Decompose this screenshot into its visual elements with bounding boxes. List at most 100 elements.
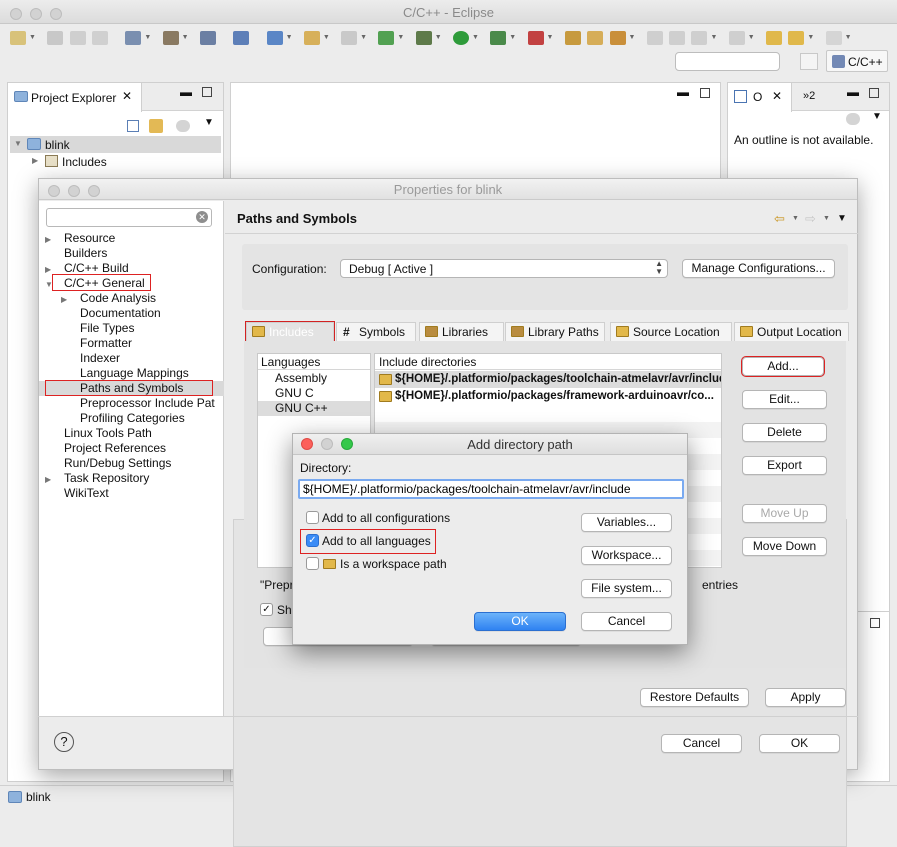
expand-icon[interactable]: ▶ — [45, 262, 51, 277]
binary-icon[interactable] — [199, 30, 216, 45]
nav-item-resource[interactable]: ▶ Resource — [39, 231, 224, 246]
annotation-icon[interactable] — [669, 30, 686, 45]
print-icon[interactable] — [91, 30, 108, 45]
view-menu-icon[interactable]: ▼ — [837, 213, 847, 224]
save-all-icon[interactable] — [69, 30, 86, 45]
outline-tab[interactable]: O ✕ — [728, 83, 792, 112]
close-icon[interactable]: ✕ — [772, 89, 782, 103]
nav-item-indexer[interactable]: Indexer — [39, 351, 224, 366]
tree-row-project[interactable]: ▼ blink — [10, 136, 221, 153]
toggle-mark-icon[interactable] — [646, 30, 663, 45]
ok-button[interactable]: OK — [759, 734, 840, 753]
build-settings-icon[interactable] — [125, 30, 142, 45]
nav-item-language-mappings[interactable]: Language Mappings — [39, 366, 224, 381]
include-row[interactable]: ${HOME}/.platformio/packages/toolchain-a… — [375, 371, 721, 388]
expand-icon[interactable]: ▶ — [45, 472, 51, 487]
collapse-all-icon[interactable] — [127, 120, 139, 132]
quick-access-input[interactable] — [675, 52, 780, 71]
restore-defaults-button[interactable]: Restore Defaults — [640, 688, 749, 707]
nav-item-file-types[interactable]: File Types — [39, 321, 224, 336]
nav-item-c-c-general[interactable]: ▼ C/C++ General — [39, 274, 224, 292]
run-icon[interactable] — [452, 30, 469, 45]
minimize-view-icon[interactable]: ▬ — [847, 85, 859, 99]
prev-annotation-icon[interactable] — [728, 30, 745, 45]
move-down-button[interactable]: Move Down — [742, 537, 827, 556]
workspace-button[interactable]: Workspace... — [581, 546, 672, 565]
nav-item-documentation[interactable]: Documentation — [39, 306, 224, 321]
nav-forward-icon[interactable]: ⇨ — [805, 211, 816, 227]
filter-input[interactable]: ✕ — [46, 208, 212, 227]
expand-icon[interactable]: ▶ — [61, 292, 67, 307]
project-explorer-tab[interactable]: Project Explorer ✕ — [8, 83, 142, 112]
open-type-icon[interactable] — [564, 30, 581, 45]
maximize-view-icon[interactable] — [869, 88, 879, 98]
nav-item-builders[interactable]: Builders — [39, 246, 224, 261]
expand-icon[interactable]: ▶ — [32, 156, 38, 165]
show-checkbox[interactable]: ✓ — [260, 603, 273, 616]
configuration-select[interactable]: Debug [ Active ] ▲ ▼ — [340, 259, 668, 278]
view-menu-icon[interactable]: ▼ — [204, 117, 214, 128]
nav-item-formatter[interactable]: Formatter — [39, 336, 224, 351]
perspective-switch[interactable]: C/C++ — [826, 50, 888, 72]
nav-item-code-analysis[interactable]: ▶ Code Analysis — [39, 291, 224, 306]
expand-icon[interactable]: ▶ — [45, 232, 51, 247]
help-icon[interactable]: ? — [54, 732, 74, 752]
tab-includes[interactable]: Includes — [245, 321, 335, 342]
maximize-view-icon[interactable] — [700, 88, 710, 98]
tab-library-paths[interactable]: Library Paths — [505, 322, 605, 341]
file-system-button[interactable]: File system... — [581, 579, 672, 598]
filter-icon[interactable] — [176, 120, 190, 132]
open-folder-icon[interactable] — [587, 30, 604, 45]
link-editor-icon[interactable] — [149, 119, 163, 133]
workspace-path-checkbox[interactable] — [306, 557, 319, 570]
nav-item-wikitext[interactable]: WikiText — [39, 486, 224, 501]
apply-button[interactable]: Apply — [765, 688, 846, 707]
maximize-view-icon[interactable] — [870, 618, 880, 628]
edit-button[interactable]: Edit... — [742, 390, 827, 409]
language-item[interactable]: GNU C++ — [258, 401, 370, 416]
tab-libraries[interactable]: Libraries — [419, 322, 504, 341]
export-button[interactable]: Export — [742, 456, 827, 475]
new-project-icon[interactable] — [266, 30, 283, 45]
nav-item-c-c-build[interactable]: ▶ C/C++ Build — [39, 261, 224, 276]
back-icon[interactable] — [788, 30, 805, 45]
all-configurations-checkbox[interactable] — [306, 511, 319, 524]
directory-input[interactable] — [298, 479, 684, 499]
zoom-window-button[interactable] — [341, 438, 353, 450]
tab-source-location[interactable]: Source Location — [610, 322, 732, 341]
nav-item-profiling-categories[interactable]: Profiling Categories — [39, 411, 224, 426]
debug-icon[interactable] — [415, 30, 432, 45]
nav-item-task-repository[interactable]: ▶ Task Repository — [39, 471, 224, 486]
minimize-window-button[interactable] — [321, 438, 333, 450]
collapse-icon[interactable]: ▼ — [45, 277, 53, 292]
add-button[interactable]: Add... — [741, 356, 825, 377]
language-item[interactable]: GNU C — [258, 386, 370, 401]
nav-item-preprocessor-include-pat[interactable]: Preprocessor Include Pat — [39, 396, 224, 411]
build-hammer-icon[interactable] — [162, 30, 179, 45]
close-icon[interactable]: ✕ — [122, 89, 132, 103]
forward-icon[interactable] — [825, 30, 842, 45]
maximize-view-icon[interactable] — [202, 87, 212, 97]
nav-item-run-debug-settings[interactable]: Run/Debug Settings — [39, 456, 224, 471]
new-folder-icon[interactable] — [303, 30, 320, 45]
more-views-tab[interactable]: »2 — [803, 90, 815, 102]
include-row[interactable]: ${HOME}/.platformio/packages/framework-a… — [375, 388, 721, 405]
tab-symbols[interactable]: # Symbols — [336, 322, 416, 341]
minimize-view-icon[interactable]: ▬ — [180, 85, 192, 99]
dialog-cancel-button[interactable]: Cancel — [581, 612, 672, 631]
nav-item-project-references[interactable]: Project References — [39, 441, 224, 456]
external-tools-icon[interactable] — [527, 30, 544, 45]
delete-button[interactable]: Delete — [742, 423, 827, 442]
save-icon[interactable] — [47, 30, 64, 45]
close-window-button[interactable] — [301, 438, 313, 450]
all-languages-checkbox[interactable]: ✓ — [306, 534, 319, 547]
variables-button[interactable]: Variables... — [581, 513, 672, 532]
refresh-icon[interactable] — [378, 30, 395, 45]
manage-configurations-button[interactable]: Manage Configurations... — [682, 259, 835, 278]
open-perspective-icon[interactable] — [800, 53, 818, 70]
filter-icon[interactable] — [846, 113, 860, 125]
skip-breakpoints-icon[interactable] — [233, 30, 250, 45]
next-annotation-icon[interactable] — [691, 30, 708, 45]
dialog-ok-button[interactable]: OK — [474, 612, 566, 631]
last-edit-icon[interactable] — [766, 30, 783, 45]
